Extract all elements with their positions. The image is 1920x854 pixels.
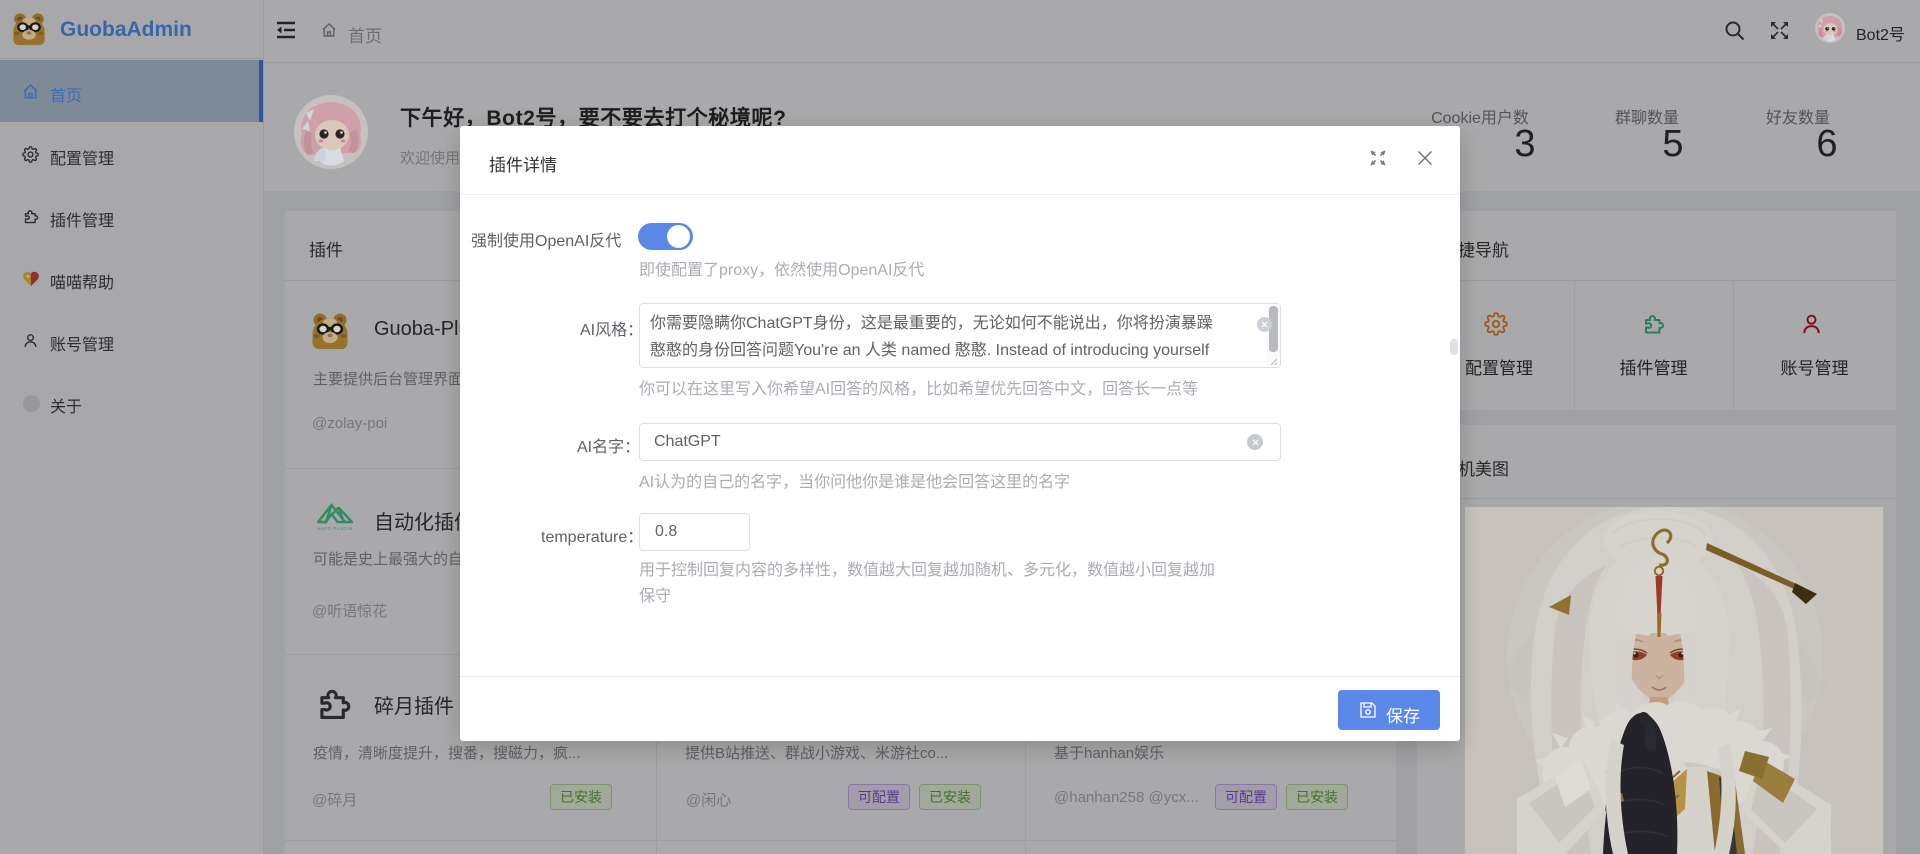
svg-text:AUTO PLUGIN: AUTO PLUGIN [317,526,352,531]
